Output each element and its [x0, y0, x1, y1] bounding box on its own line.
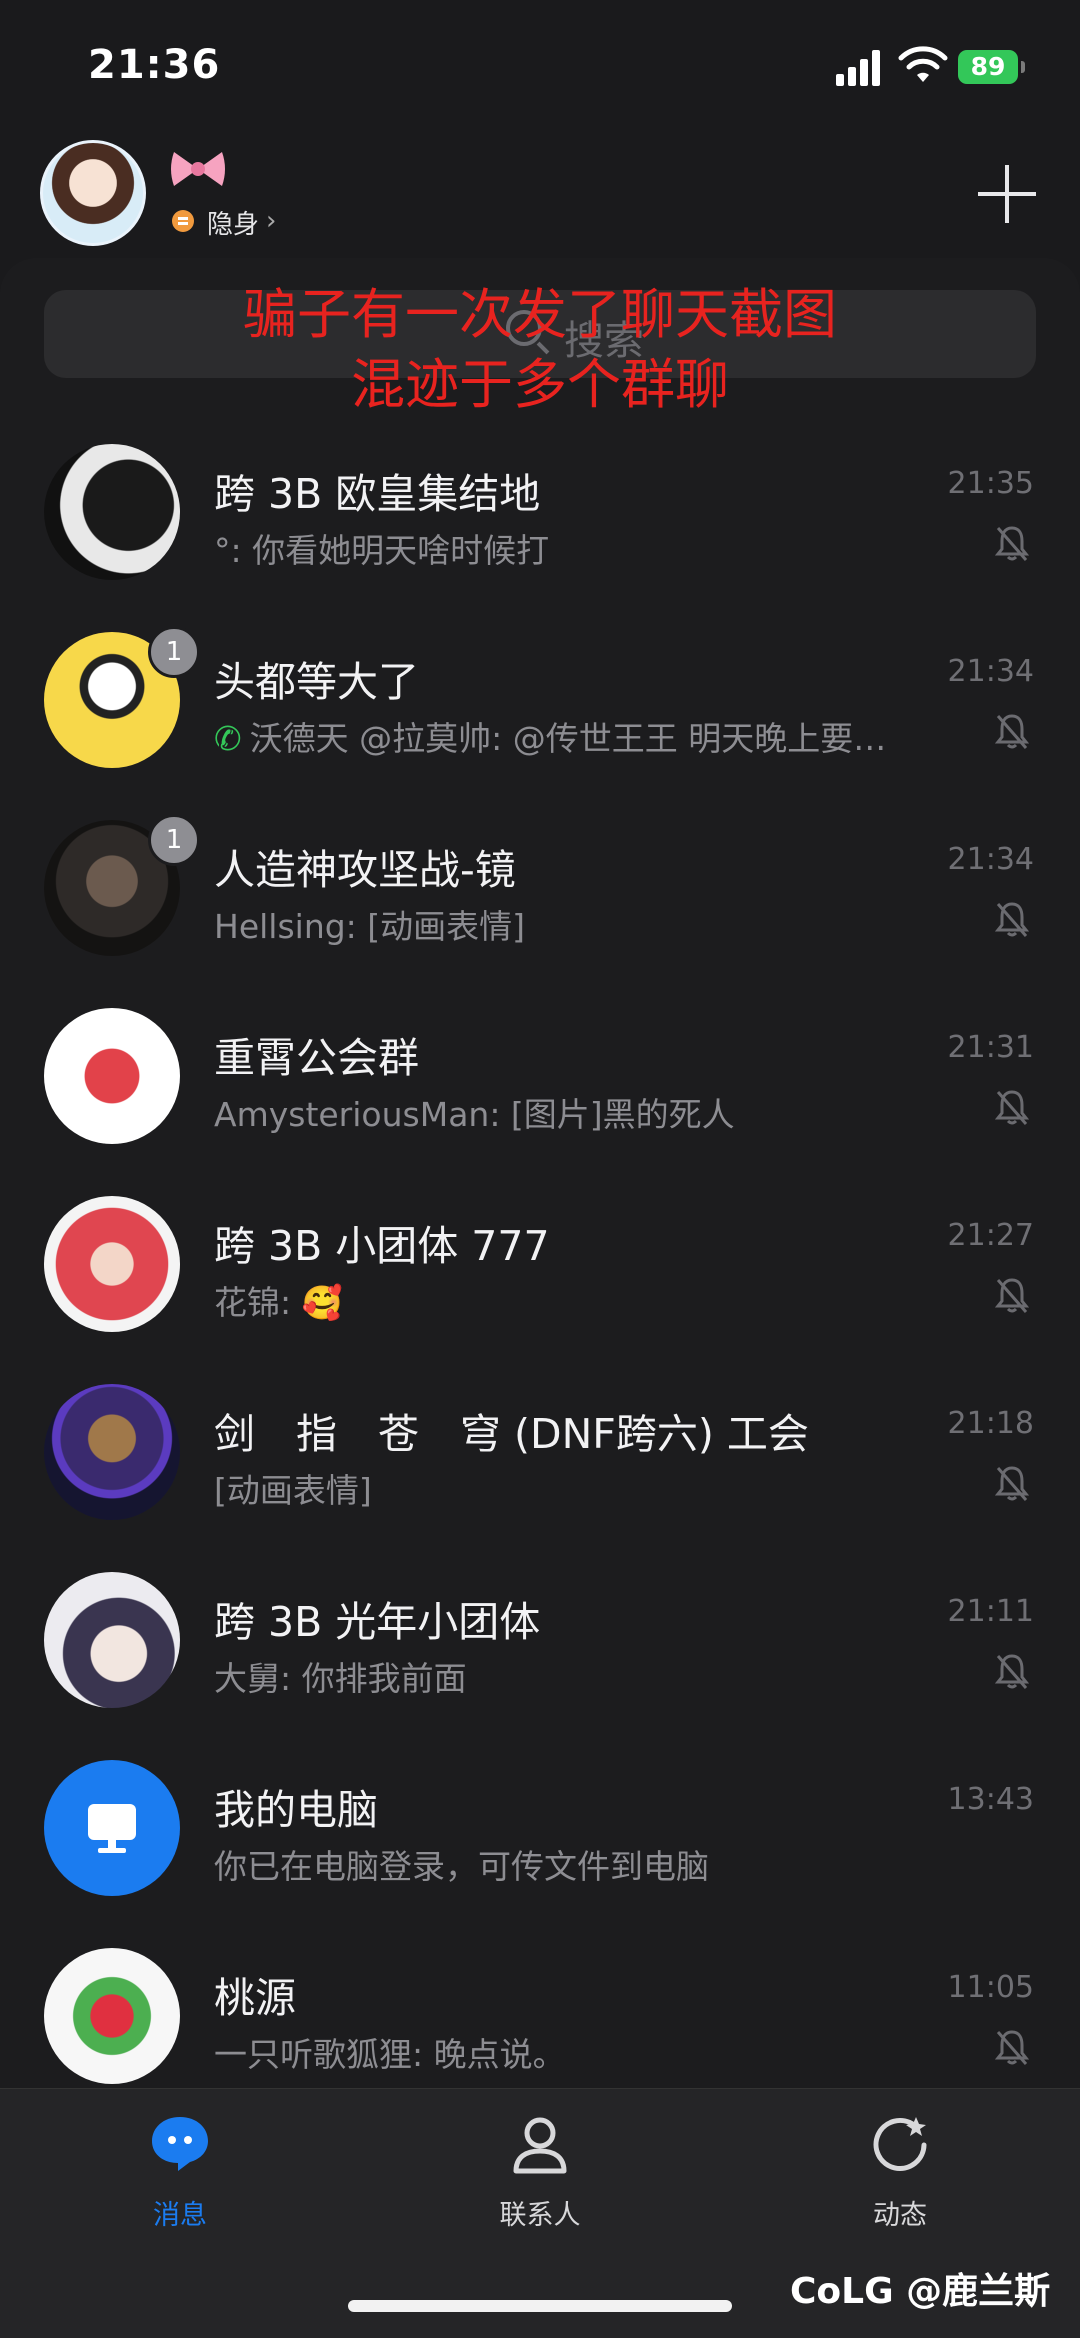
chat-row[interactable]: 剑 指 苍 穹 (DNF跨六) 工会 [动画表情] 21:18	[0, 1364, 1080, 1552]
watermark: CoLG @鹿兰斯	[790, 2271, 1051, 2312]
home-indicator[interactable]	[348, 2300, 732, 2312]
chat-time: 21:27	[947, 1218, 1034, 1253]
muted-bell-icon	[994, 1466, 1030, 1501]
online-status-label[interactable]: 隐身	[207, 204, 259, 241]
chat-preview: AmysteriousMan: [图片]黑的死人	[214, 1095, 735, 1134]
wifi-icon	[898, 46, 948, 82]
annotation-line-2: 混迹于多个群聊	[351, 353, 729, 416]
chat-preview: ✆ 沃德天 @拉莫帅: @传世王王 明天晚上要…	[214, 712, 964, 760]
unread-badge: 1	[148, 814, 200, 866]
chat-time: 13:43	[947, 1782, 1034, 1817]
chat-row[interactable]: 我的电脑 你已在电脑登录，可传文件到电脑 13:43	[0, 1740, 1080, 1928]
status-bar: 21:36 89	[0, 0, 1080, 130]
chat-preview: 一只听歌狐狸: 晚点说。	[214, 2035, 566, 2074]
chat-name: 剑 指 苍 穹 (DNF跨六) 工会	[214, 1410, 809, 1458]
tab-moments[interactable]: 动态	[810, 2113, 990, 2232]
chat-name: 头都等大了	[214, 658, 419, 706]
chat-row[interactable]: 重霄公会群 AmysteriousMan: [图片]黑的死人 21:31	[0, 988, 1080, 1176]
chat-preview: Hellsing: [动画表情]	[214, 907, 526, 946]
tab-contacts[interactable]: 联系人	[450, 2113, 630, 2232]
muted-bell-icon	[994, 1278, 1030, 1313]
chat-avatar	[44, 1572, 180, 1708]
chat-time: 11:05	[947, 1970, 1034, 2005]
chat-preview: 大舅: 你排我前面	[214, 1659, 467, 1698]
chat-name: 跨 3B 小团体 777	[214, 1222, 550, 1270]
battery-icon: 89	[958, 50, 1025, 84]
muted-bell-icon	[994, 902, 1030, 937]
tab-label: 动态	[873, 2200, 927, 2231]
muted-bell-icon	[994, 1654, 1030, 1689]
chat-name: 人造神攻坚战-镜	[214, 846, 516, 894]
chat-name: 跨 3B 欧皇集结地	[214, 470, 541, 518]
clock: 21:36	[88, 42, 221, 88]
header: 隐身 ›	[0, 130, 1080, 260]
chat-name: 重霄公会群	[214, 1034, 419, 1082]
chat-preview: 你已在电脑登录，可传文件到电脑	[214, 1847, 709, 1886]
muted-bell-icon	[994, 526, 1030, 561]
unread-badge: 1	[148, 626, 200, 678]
chat-row[interactable]: 跨 3B 光年小团体 大舅: 你排我前面 21:11	[0, 1552, 1080, 1740]
chat-time: 21:31	[947, 1030, 1034, 1065]
chat-time: 21:11	[947, 1594, 1034, 1629]
tab-messages[interactable]: 消息	[90, 2113, 270, 2232]
chat-time: 21:35	[947, 466, 1034, 501]
chat-name: 跨 3B 光年小团体	[214, 1598, 541, 1646]
chat-row[interactable]: 跨 3B 欧皇集结地 °: 你看她明天啥时候打 21:35	[0, 424, 1080, 612]
muted-bell-icon	[994, 1090, 1030, 1125]
muted-bell-icon	[994, 714, 1030, 749]
add-plus-button[interactable]	[978, 165, 1036, 223]
cellular-signal-icon	[836, 50, 882, 86]
chat-row[interactable]: 跨 3B 小团体 777 花锦: 🥰 21:27	[0, 1176, 1080, 1364]
chat-name: 我的电脑	[214, 1786, 378, 1834]
monitor-icon	[88, 1804, 136, 1853]
chat-avatar	[44, 1196, 180, 1332]
chat-avatar	[44, 1384, 180, 1520]
chat-preview-text: 沃德天 @拉莫帅: @传世王王 明天晚上要…	[249, 719, 887, 758]
chat-row[interactable]: 1 头都等大了 ✆ 沃德天 @拉莫帅: @传世王王 明天晚上要… 21:34	[0, 612, 1080, 800]
chat-name: 桃源	[214, 1974, 296, 2022]
chat-time: 21:34	[947, 654, 1034, 689]
computer-avatar	[44, 1760, 180, 1896]
tab-label: 消息	[153, 2200, 207, 2231]
chat-preview: [动画表情]	[214, 1471, 372, 1510]
chat-preview: 花锦: 🥰	[214, 1283, 343, 1322]
muted-bell-icon	[994, 2030, 1030, 2065]
chat-time: 21:18	[947, 1406, 1034, 1441]
bow-icon	[171, 152, 225, 186]
annotation-overlay: 骗子有一次发了聊天截图 混迹于多个群聊	[0, 280, 1080, 420]
phone-icon: ✆	[214, 719, 242, 758]
chat-bubble-icon	[152, 2117, 208, 2171]
chat-preview: °: 你看她明天啥时候打	[214, 531, 550, 570]
refresh-star-icon	[873, 2117, 927, 2171]
chevron-right-icon[interactable]: ›	[266, 206, 276, 236]
chat-time: 21:34	[947, 842, 1034, 877]
status-dot-icon[interactable]	[172, 210, 194, 232]
chat-row[interactable]: 1 人造神攻坚战-镜 Hellsing: [动画表情] 21:34	[0, 800, 1080, 988]
chat-avatar	[44, 1948, 180, 2084]
chat-avatar	[44, 444, 180, 580]
person-icon	[513, 2117, 567, 2174]
tab-label: 联系人	[499, 2200, 581, 2231]
my-avatar[interactable]	[40, 140, 146, 246]
annotation-line-1: 骗子有一次发了聊天截图	[243, 283, 837, 346]
chat-avatar	[44, 1008, 180, 1144]
